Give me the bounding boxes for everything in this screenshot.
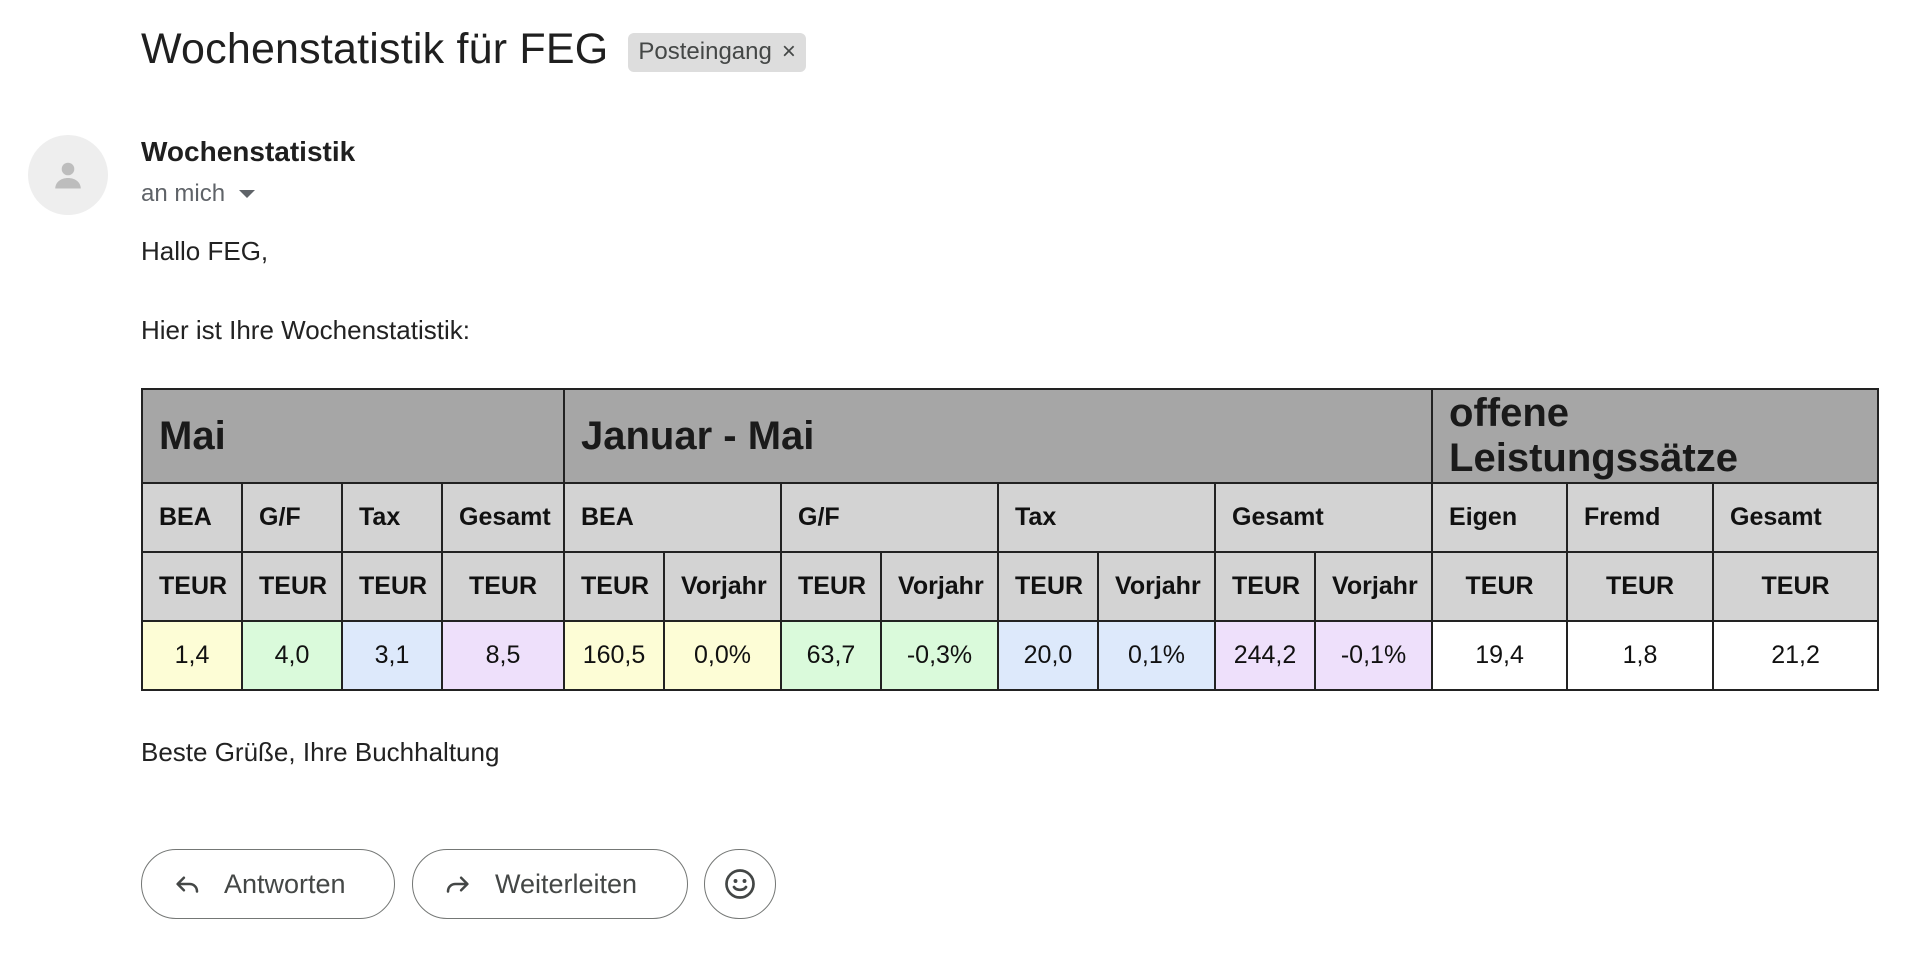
unit-cell: TEUR: [780, 551, 882, 622]
value-ytd-bea-prev: 0,0%: [663, 620, 782, 691]
col-header-month-tax: Tax: [341, 482, 443, 553]
unit-cell: TEUR: [141, 551, 243, 622]
email-view: Wochenstatistik für FEG Posteingang × Wo…: [0, 0, 1910, 958]
unit-cell: TEUR: [1566, 551, 1715, 622]
person-icon: [55, 162, 81, 189]
value-month-bea: 1,4: [141, 620, 243, 691]
table-row: 1,4 4,0 3,1 8,5 160,5 0,0% 63,7 -0,3% 20…: [141, 620, 1880, 691]
col-header-month-bea: BEA: [141, 482, 243, 553]
reply-button[interactable]: Antworten: [141, 849, 395, 919]
value-ytd-bea: 160,5: [563, 620, 665, 691]
sender-name: Wochenstatistik: [141, 136, 356, 167]
closing-text: Beste Grüße, Ihre Buchhaltung: [141, 737, 500, 767]
unit-cell: TEUR: [563, 551, 665, 622]
sender-avatar[interactable]: [28, 135, 108, 215]
unit-cell-prev: Vorjahr: [880, 551, 999, 622]
recipient-details-toggle[interactable]: an mich: [141, 180, 256, 208]
table-unit-row: TEUR TEUR TEUR TEUR TEUR Vorjahr TEUR Vo…: [141, 551, 1880, 622]
value-ytd-gf: 63,7: [780, 620, 882, 691]
remove-label-icon[interactable]: ×: [782, 38, 796, 66]
subject-row: Wochenstatistik für FEG Posteingang ×: [141, 22, 806, 76]
value-open-total: 21,2: [1712, 620, 1880, 691]
unit-cell: TEUR: [1712, 551, 1880, 622]
forward-arrow-icon: [443, 869, 473, 899]
greeting-text: Hallo FEG,: [141, 236, 269, 266]
reply-label: Antworten: [224, 868, 346, 899]
label-chip-text: Posteingang: [638, 37, 772, 65]
col-header-month-total: Gesamt: [441, 482, 565, 553]
unit-cell-prev: Vorjahr: [1097, 551, 1216, 622]
unit-cell: TEUR: [1431, 551, 1569, 622]
col-header-open-ext: Fremd: [1566, 482, 1715, 553]
value-open-own: 19,4: [1431, 620, 1569, 691]
smiley-icon: [722, 866, 758, 902]
value-ytd-gf-prev: -0,3%: [880, 620, 999, 691]
unit-cell: TEUR: [241, 551, 343, 622]
col-header-ytd-tax: Tax: [997, 482, 1216, 553]
unit-cell: TEUR: [1214, 551, 1316, 622]
inbox-label-chip[interactable]: Posteingang ×: [628, 32, 806, 72]
recipient-text: an mich: [141, 180, 226, 207]
value-ytd-total: 244,2: [1214, 620, 1316, 691]
emoji-reaction-button[interactable]: [704, 849, 776, 919]
message-actions: Antworten Weiterleiten: [141, 849, 776, 919]
value-ytd-total-prev: -0,1%: [1313, 620, 1434, 691]
weekly-stats-table: Mai Januar - Mai offene Leistungssätze B…: [141, 388, 1880, 691]
col-header-ytd-gf: G/F: [780, 482, 999, 553]
table-column-header-row: BEA G/F Tax Gesamt BEA G/F Tax Gesamt Ei…: [141, 482, 1880, 553]
value-month-tax: 3,1: [341, 620, 443, 691]
col-header-open-total: Gesamt: [1712, 482, 1880, 553]
col-header-ytd-total: Gesamt: [1213, 482, 1434, 553]
value-month-total: 8,5: [441, 620, 565, 691]
value-month-gf: 4,0: [241, 620, 343, 691]
table-group-header-row: Mai Januar - Mai offene Leistungssätze: [141, 388, 1880, 484]
col-header-month-gf: G/F: [241, 482, 343, 553]
unit-cell: TEUR: [341, 551, 443, 622]
value-ytd-tax: 20,0: [997, 620, 1099, 691]
intro-text: Hier ist Ihre Wochenstatistik:: [141, 315, 470, 345]
unit-cell: TEUR: [441, 551, 565, 622]
group-header-ytd: Januar - Mai: [562, 388, 1434, 484]
chevron-down-icon: [239, 190, 256, 198]
group-header-month: Mai: [141, 388, 565, 484]
col-header-ytd-bea: BEA: [563, 482, 782, 553]
unit-cell: TEUR: [997, 551, 1099, 622]
forward-label: Weiterleiten: [495, 868, 638, 899]
forward-button[interactable]: Weiterleiten: [412, 849, 688, 919]
email-subject: Wochenstatistik für FEG: [141, 25, 609, 73]
group-header-open: offene Leistungssätze: [1431, 388, 1880, 484]
reply-arrow-icon: [172, 869, 202, 899]
col-header-open-own: Eigen: [1431, 482, 1569, 553]
unit-cell-prev: Vorjahr: [1313, 551, 1434, 622]
unit-cell-prev: Vorjahr: [663, 551, 782, 622]
value-open-ext: 1,8: [1566, 620, 1715, 691]
value-ytd-tax-prev: 0,1%: [1097, 620, 1216, 691]
